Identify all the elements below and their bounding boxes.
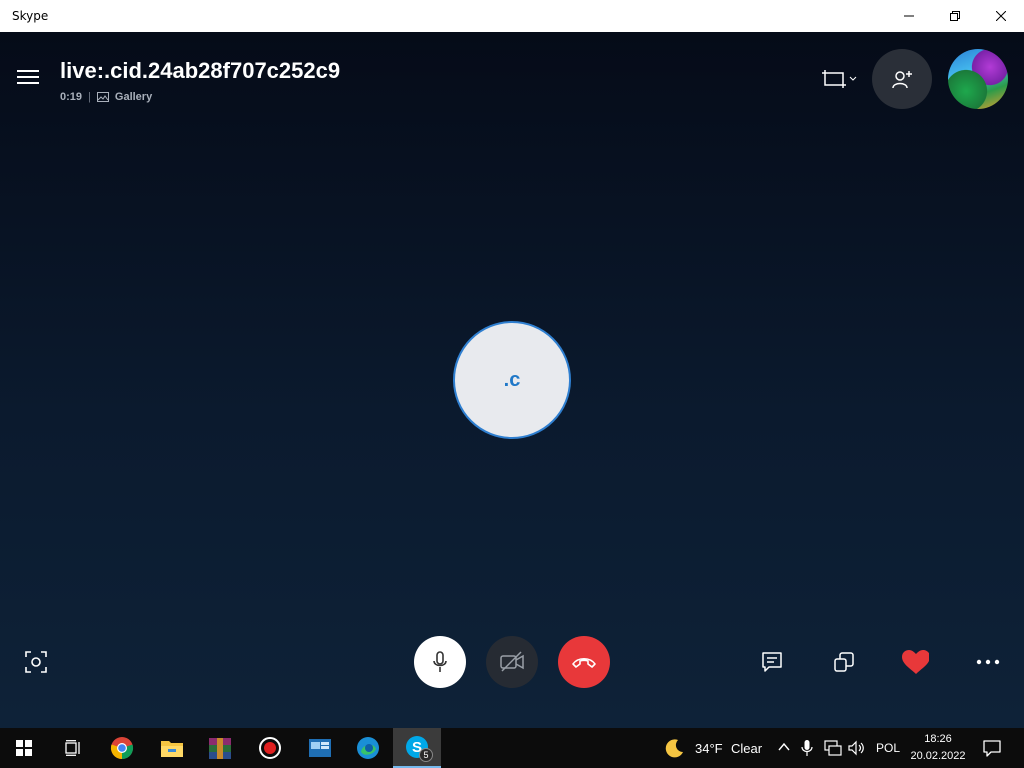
taskbar: S 5 34°F Clear POL 18:26 20.02.2022 [0, 728, 1024, 768]
microphone-icon [433, 651, 447, 672]
winrar-icon [209, 738, 231, 759]
weather-temperature[interactable]: 34°F [695, 741, 723, 756]
react-button[interactable] [901, 648, 929, 676]
close-icon [996, 11, 1006, 21]
call-duration: 0:19 [60, 91, 83, 103]
chat-icon [762, 652, 782, 672]
edge-icon [357, 737, 379, 759]
restore-icon [950, 11, 960, 21]
taskbar-file-explorer[interactable] [148, 728, 196, 768]
meta-separator: | [88, 91, 91, 103]
share-screen-button[interactable] [830, 648, 858, 676]
layout-icon [822, 70, 846, 88]
gallery-icon [96, 92, 109, 102]
more-options-button[interactable] [974, 648, 1002, 676]
taskbar-winrar[interactable] [196, 728, 244, 768]
microphone-tray-icon[interactable] [801, 739, 813, 757]
hangup-icon [572, 657, 596, 668]
notifications-icon[interactable] [982, 739, 1002, 757]
task-view-button[interactable] [48, 728, 96, 768]
call-meta: 0:19 | Gallery [60, 91, 152, 103]
video-off-icon [500, 651, 524, 672]
hamburger-icon[interactable] [14, 66, 42, 90]
taskbar-clock[interactable]: 18:26 20.02.2022 [904, 731, 972, 765]
participant-initials: .c [503, 368, 521, 391]
taskbar-chrome[interactable] [98, 728, 146, 768]
video-button[interactable] [486, 636, 538, 688]
window-title-bar: Skype [0, 0, 1024, 32]
clock-time: 18:26 [924, 733, 952, 745]
heart-icon [902, 650, 929, 674]
record-icon [259, 737, 281, 759]
taskbar-edge[interactable] [344, 728, 392, 768]
minimize-icon [904, 15, 914, 17]
call-title: live:.cid.24ab28f707c252c9 [60, 58, 341, 83]
window-title: Skype [12, 9, 49, 23]
task-view-icon [65, 740, 80, 756]
chrome-icon [110, 737, 134, 760]
restore-button[interactable] [932, 0, 978, 32]
taskbar-app[interactable] [296, 728, 344, 768]
volume-icon[interactable] [848, 740, 866, 756]
call-area: live:.cid.24ab28f707c252c9 0:19 | Galler… [0, 32, 1024, 728]
more-icon [976, 659, 1000, 665]
chat-button[interactable] [758, 648, 786, 676]
my-avatar[interactable] [948, 49, 1008, 109]
taskbar-skype[interactable]: S 5 [393, 728, 441, 768]
input-language[interactable]: POL [876, 741, 900, 755]
share-screen-icon [834, 652, 854, 672]
windows-icon [16, 740, 32, 756]
snapshot-button[interactable] [22, 648, 50, 676]
chevron-down-icon [849, 76, 857, 81]
minimize-button[interactable] [886, 0, 932, 32]
close-button[interactable] [978, 0, 1024, 32]
taskbar-recorder[interactable] [246, 728, 294, 768]
network-icon[interactable] [824, 740, 842, 756]
moon-icon [665, 739, 683, 758]
participant-avatar: .c [453, 321, 571, 439]
folder-icon [161, 741, 183, 757]
view-mode-label[interactable]: Gallery [115, 91, 152, 103]
mute-button[interactable] [414, 636, 466, 688]
add-people-button[interactable] [872, 49, 932, 109]
skype-notification-badge: 5 [419, 748, 433, 762]
layout-button[interactable] [822, 66, 862, 92]
chevron-up-icon[interactable] [778, 742, 790, 752]
start-button[interactable] [0, 728, 48, 768]
hangup-button[interactable] [558, 636, 610, 688]
clock-date: 20.02.2022 [910, 750, 966, 762]
app-window-icon [309, 739, 331, 757]
camera-snapshot-icon [25, 651, 47, 673]
add-person-icon [892, 71, 912, 89]
weather-condition[interactable]: Clear [731, 741, 762, 756]
